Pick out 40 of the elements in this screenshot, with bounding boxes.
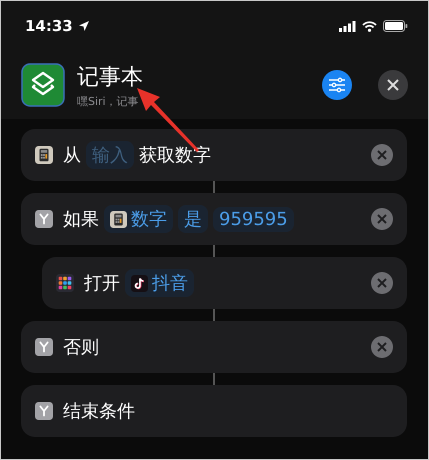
action-card[interactable]: 结束条件 (21, 385, 407, 437)
shortcut-title: 记事本 (77, 64, 144, 92)
close-icon (377, 342, 387, 352)
battery-icon (383, 20, 408, 32)
signal-icon (339, 20, 356, 32)
music-note-icon (131, 274, 148, 292)
close-icon (387, 79, 399, 91)
app-grid-icon (56, 274, 74, 292)
settings-button[interactable] (322, 70, 352, 100)
shortcut-subtitle: 嘿Siri，记事 (77, 94, 140, 108)
close-icon (377, 214, 387, 224)
branch-icon (35, 210, 53, 228)
clock-time: 14:33 (25, 17, 73, 35)
branch-icon (35, 402, 53, 420)
branch-icon (35, 338, 53, 356)
action-text: 如果 (63, 208, 99, 231)
action-text: 结束条件 (63, 400, 135, 423)
shortcut-app-icon (21, 63, 65, 107)
calculator-icon (110, 210, 127, 228)
variable-token[interactable]: 数字 (104, 205, 173, 233)
variable-token[interactable]: 959595 (213, 206, 294, 232)
action-card[interactable]: 打开 抖音 (42, 257, 407, 309)
location-arrow-icon (78, 20, 90, 32)
action-card[interactable]: 如果 数字 是 959595 (21, 193, 407, 245)
close-button[interactable] (378, 70, 408, 100)
remove-button[interactable] (371, 336, 393, 358)
close-icon (377, 278, 387, 288)
sliders-icon (328, 77, 346, 93)
variable-token[interactable]: 是 (178, 205, 208, 233)
action-text: 从 (63, 144, 81, 167)
calculator-icon (35, 146, 53, 164)
action-text: 否则 (63, 336, 99, 359)
close-icon (377, 150, 387, 160)
wifi-icon (362, 20, 377, 32)
variable-token[interactable]: 抖音 (125, 269, 194, 297)
action-text: 打开 (84, 272, 120, 295)
remove-button[interactable] (371, 144, 393, 166)
remove-button[interactable] (371, 272, 393, 294)
action-card[interactable]: 否则 (21, 321, 407, 373)
remove-button[interactable] (371, 208, 393, 230)
